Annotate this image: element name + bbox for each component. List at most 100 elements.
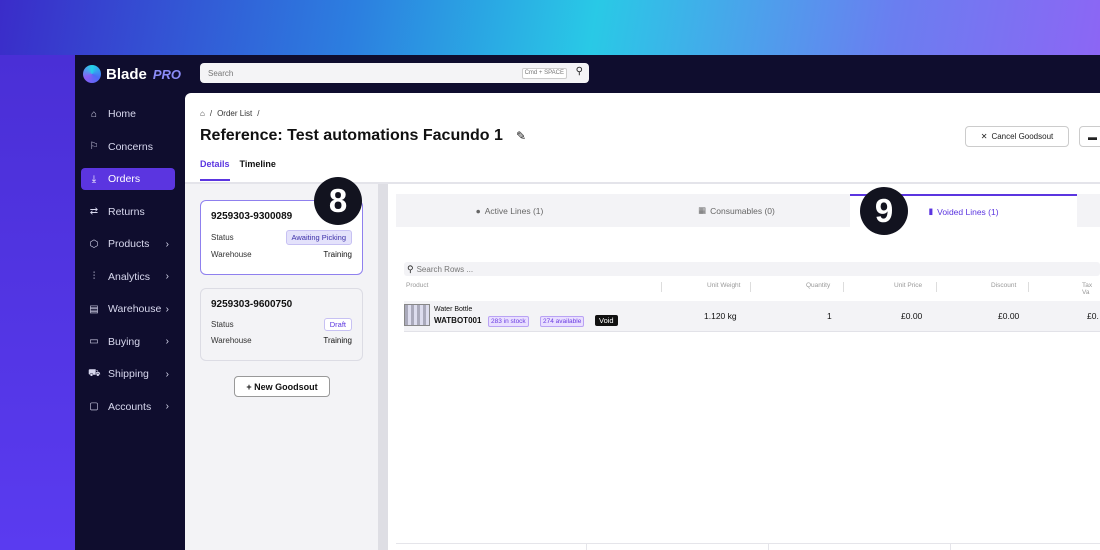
product-sku: WATBOT001 — [434, 316, 482, 325]
status-label: Status — [211, 233, 234, 242]
tab-label: Active Lines (1) — [484, 205, 544, 216]
chevron-right-icon: › — [165, 303, 169, 315]
search-icon[interactable]: ⚲ — [576, 66, 583, 77]
warehouse-value: Training — [323, 336, 352, 345]
close-icon: ✕ — [980, 132, 988, 141]
rows-search-input[interactable] — [416, 264, 617, 274]
status-label: Status — [211, 320, 234, 329]
inbox-icon: ⤓ — [91, 173, 97, 185]
pencil-icon[interactable]: ✎ — [516, 129, 526, 143]
global-search: Cmd + SPACE ⚲ — [200, 63, 589, 83]
column-header-quantity[interactable]: Quantity — [806, 282, 830, 289]
product-thumbnail — [404, 304, 430, 326]
column-separator — [1028, 282, 1029, 292]
warehouse-value: Training — [323, 250, 352, 259]
app-window: Blade PRO ⌂ Home ⚐ Concerns ⤓ Orders ⇄ Return… — [75, 55, 1100, 550]
tab-timeline[interactable]: Timeline — [240, 159, 276, 181]
sidebar-item-products[interactable]: ⬡ Products › — [81, 233, 175, 255]
trash-icon: ▮ — [928, 206, 934, 216]
table-footer — [396, 543, 1100, 550]
column-separator — [750, 282, 751, 292]
home-icon[interactable]: ⌂ — [200, 109, 205, 118]
sidebar-item-label: Orders — [108, 173, 141, 185]
column-divider — [378, 184, 388, 550]
archive-button[interactable]: ▬ — [1079, 126, 1100, 147]
status-badge: Draft — [323, 318, 352, 331]
truck-icon: ⛟ — [88, 367, 101, 379]
sidebar-item-label: Returns — [108, 205, 145, 218]
step-marker-8: 8 — [314, 177, 362, 225]
sidebar-item-warehouse[interactable]: ▤ Warehouse › — [81, 298, 175, 320]
card-icon: ▭ — [89, 336, 99, 347]
quantity-cell: 1 — [827, 311, 832, 321]
sidebar-item-label: Shipping — [108, 368, 149, 380]
table-row[interactable]: Water Bottle WATBOT001 283 in stock 274 … — [404, 301, 1100, 332]
chevron-right-icon: › — [165, 271, 169, 282]
cancel-goodsout-label: Cancel Goodsout — [991, 132, 1054, 141]
sidebar-item-label: Accounts — [108, 400, 152, 413]
column-header-discount[interactable]: Discount — [991, 282, 1016, 289]
search-input[interactable] — [208, 68, 508, 78]
sidebar-item-returns[interactable]: ⇄ Returns — [81, 201, 175, 223]
goodsout-list: 9259303-9300089 Status Awaiting Picking … — [185, 184, 378, 550]
warehouse-icon: ▤ — [89, 303, 99, 315]
logo[interactable]: Blade PRO — [83, 63, 181, 85]
sidebar-item-accounts[interactable]: ▢ Accounts › — [81, 396, 175, 418]
sidebar-item-label: Warehouse — [108, 303, 162, 315]
status-row: Status Awaiting Picking — [211, 230, 352, 245]
tab-label: Consumables (0) — [710, 205, 775, 216]
sidebar-item-buying[interactable]: ▭ Buying › — [81, 331, 175, 353]
sidebar-item-shipping[interactable]: ⛟ Shipping › — [81, 363, 175, 385]
column-header-tax[interactable]: Tax Va — [1082, 282, 1100, 296]
column-separator — [936, 282, 937, 292]
available-badge: 274 available — [540, 316, 585, 327]
status-row: Status Draft — [211, 318, 352, 331]
logo-text: Blade — [106, 65, 147, 83]
warehouse-label: Warehouse — [211, 250, 252, 259]
sidebar-item-label: Buying — [108, 335, 141, 348]
page-tabs: Details Timeline — [200, 159, 276, 181]
check-circle-icon: ● — [475, 205, 481, 216]
sidebar-item-concerns[interactable]: ⚐ Concerns — [81, 136, 175, 158]
tab-active-lines[interactable]: ● Active Lines (1) — [396, 194, 623, 227]
search-icon: ⚲ — [407, 263, 414, 274]
unit-weight-cell: 1.120 kg — [704, 311, 737, 321]
product-name: Water Bottle — [434, 306, 473, 313]
breadcrumb-order-list[interactable]: Order List — [217, 109, 252, 118]
tab-details[interactable]: Details — [200, 159, 230, 181]
column-separator — [661, 282, 662, 292]
chevron-right-icon: › — [165, 401, 169, 412]
breadcrumb-separator: / — [257, 109, 260, 118]
exchange-icon: ⇄ — [89, 206, 99, 217]
sidebar-item-label: Concerns — [108, 140, 153, 153]
new-goodsout-button[interactable]: + New Goodsout — [234, 376, 330, 397]
sidebar-nav: ⌂ Home ⚐ Concerns ⤓ Orders ⇄ Returns ⬡ Produc… — [81, 103, 175, 428]
goodsout-id: 9259303-9600750 — [211, 299, 293, 310]
tab-consumables[interactable]: ▦ Consumables (0) — [623, 194, 850, 227]
logo-suffix: PRO — [152, 66, 182, 82]
logo-icon — [83, 65, 101, 83]
goodsout-card[interactable]: 9259303-9600750 Status Draft Warehouse T… — [200, 288, 363, 361]
breadcrumb-separator: / — [209, 109, 213, 118]
sidebar-item-label: Home — [108, 108, 137, 120]
footer-separator — [950, 544, 951, 550]
chevron-right-icon: › — [165, 368, 169, 380]
sidebar-item-label: Analytics — [108, 270, 151, 283]
sidebar-item-analytics[interactable]: ⫶ Analytics › — [81, 266, 175, 288]
archive-icon: ▬ — [1088, 131, 1097, 142]
sidebar-item-home[interactable]: ⌂ Home — [81, 103, 175, 125]
cancel-goodsout-button[interactable]: ✕ Cancel Goodsout — [965, 126, 1069, 147]
column-header-unit-weight[interactable]: Unit Weight — [707, 282, 740, 289]
column-header-product[interactable]: Product — [406, 282, 428, 289]
void-badge: Void — [595, 315, 618, 326]
discount-cell: £0.00 — [998, 311, 1020, 321]
tab-label: Voided Lines (1) — [937, 206, 999, 217]
boxes-icon: ▦ — [698, 205, 707, 215]
sidebar-item-orders[interactable]: ⤓ Orders — [81, 168, 175, 190]
breadcrumb: ⌂ / Order List / — [200, 109, 259, 118]
chart-icon: ⫶ — [92, 271, 96, 282]
chevron-right-icon: › — [165, 238, 169, 250]
column-header-unit-price[interactable]: Unit Price — [894, 282, 922, 289]
page-title: Reference: Test automations Facundo 1 — [200, 127, 503, 144]
main-content: ⌂ / Order List / Reference: Test automat… — [185, 93, 1100, 550]
